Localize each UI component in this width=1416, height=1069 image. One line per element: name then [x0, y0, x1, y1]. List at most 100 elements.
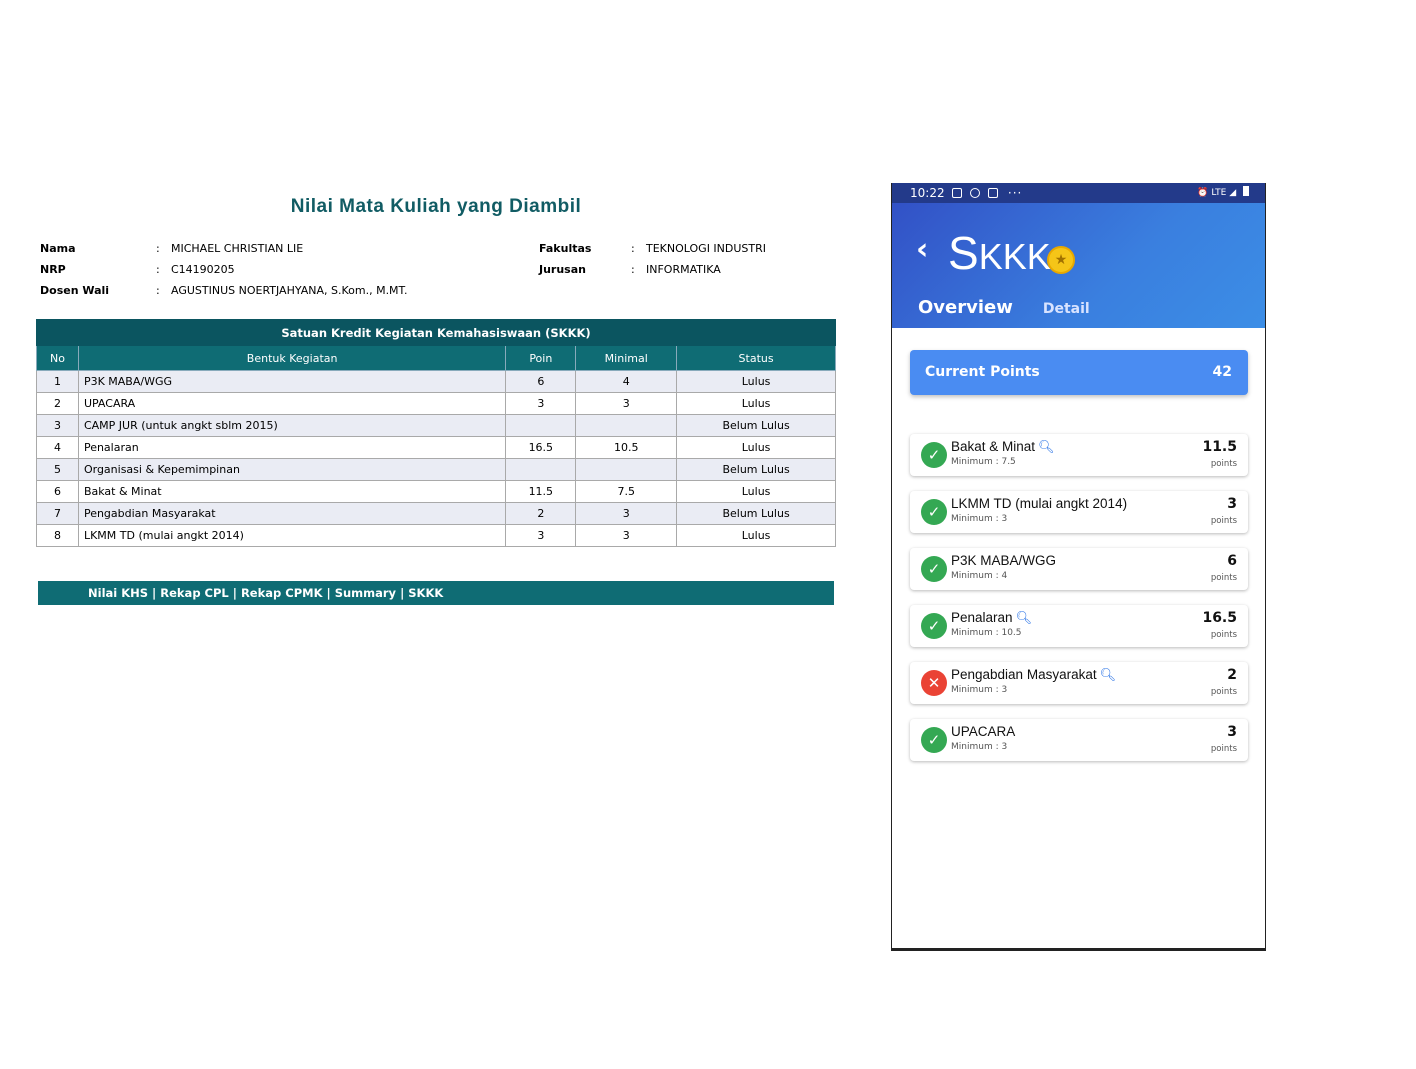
cross-icon: ✕ [921, 670, 947, 696]
table-row: 7 Pengabdian Masyarakat 2 3 Belum Lulus [36, 502, 836, 525]
activity-name-row: UPACARA [951, 724, 1015, 739]
info-value: MICHAEL CHRISTIAN LIE [171, 242, 304, 255]
check-icon: ✓ [921, 556, 947, 582]
cell-status: Lulus [676, 370, 836, 393]
nav-link[interactable]: Rekap CPMK [241, 586, 323, 600]
activity-minimum: Minimum : 10.5 [951, 628, 1022, 638]
activity-points: 3 [1227, 724, 1237, 740]
chat-icon [988, 188, 999, 198]
activity-card[interactable]: ✓ UPACARA Minimum : 3 3 points [910, 719, 1248, 761]
points-unit: points [1210, 573, 1237, 583]
cell-poin [505, 414, 577, 437]
status-right: ⏰ LTE ◢ [1197, 183, 1249, 203]
activity-card[interactable]: ✕ Pengabdian Masyarakat 🔍︎ Minimum : 3 2 poin… [910, 662, 1248, 704]
cell-poin: 3 [505, 392, 577, 415]
info-value: C14190205 [171, 263, 235, 276]
info-colon: : [631, 263, 635, 276]
cell-poin: 3 [505, 524, 577, 547]
app-bar: ‹ SKKK ★ Overview Detail [892, 203, 1265, 328]
info-value: TEKNOLOGI INDUSTRI [646, 242, 767, 255]
cell-poin [505, 458, 577, 481]
cell-poin: 16.5 [505, 436, 577, 459]
nav-separator: | [232, 586, 237, 600]
column-header: Poin [505, 345, 577, 371]
status-bar: 10:22 ··· ⏰ LTE ◢ [892, 183, 1265, 203]
cell-kegiatan: LKMM TD (mulai angkt 2014) [77, 524, 507, 547]
info-row-nrp: NRP : C14190205 [40, 259, 407, 280]
activity-points: 6 [1227, 553, 1237, 569]
student-info-right: Fakultas : TEKNOLOGI INDUSTRI Jurusan : … [539, 238, 766, 280]
cell-minimal: 3 [575, 392, 678, 415]
column-header: Bentuk Kegiatan [77, 345, 507, 371]
cell-status: Lulus [676, 524, 836, 547]
table-row: 6 Bakat & Minat 11.5 7.5 Lulus [36, 480, 836, 503]
cell-kegiatan: UPACARA [77, 392, 507, 415]
activity-points: 16.5 [1202, 610, 1237, 626]
points-unit: points [1210, 516, 1237, 526]
app-title-rest: KKK [978, 236, 1051, 277]
cell-kegiatan: Organisasi & Kepemimpinan [77, 458, 507, 481]
activity-name: LKMM TD (mulai angkt 2014) [951, 496, 1128, 511]
nav-link[interactable]: Rekap CPL [160, 586, 229, 600]
cell-kegiatan: P3K MABA/WGG [77, 370, 507, 393]
activity-points: 3 [1227, 496, 1237, 512]
student-info-left: Nama : MICHAEL CHRISTIAN LIE NRP : C1419… [40, 238, 407, 301]
cell-kegiatan: Penalaran [77, 436, 507, 459]
cell-no: 5 [36, 458, 79, 481]
activity-name: Bakat & Minat [951, 439, 1036, 454]
page-title: Nilai Mata Kuliah yang Diambil [290, 196, 582, 217]
table-row: 8 LKMM TD (mulai angkt 2014) 3 3 Lulus [36, 524, 836, 547]
more-notifications-icon: ··· [1007, 186, 1023, 200]
cell-kegiatan: CAMP JUR (untuk angkt sblm 2015) [77, 414, 507, 437]
cell-no: 1 [36, 370, 79, 393]
table-row: 3 CAMP JUR (untuk angkt sblm 2015) Belum L… [36, 414, 836, 437]
nav-link[interactable]: Summary [335, 586, 396, 600]
cell-status: Belum Lulus [676, 502, 836, 525]
info-colon: : [631, 242, 635, 255]
back-icon[interactable]: ‹ [916, 235, 928, 265]
activity-minimum: Minimum : 3 [951, 514, 1008, 524]
activity-name-row: Penalaran 🔍︎ [951, 610, 1032, 626]
info-colon: : [156, 284, 160, 297]
tab-overview[interactable]: Overview [918, 297, 1013, 318]
nav-link[interactable]: SKKK [408, 586, 443, 600]
activity-card[interactable]: ✓ Penalaran 🔍︎ Minimum : 10.5 16.5 points [910, 605, 1248, 647]
battery-icon [1243, 186, 1249, 196]
cell-minimal: 3 [575, 502, 678, 525]
tab-detail[interactable]: Detail [1043, 301, 1090, 317]
cell-status: Belum Lulus [676, 414, 836, 437]
cell-no: 7 [36, 502, 79, 525]
table-header-row: No Bentuk Kegiatan Poin Minimal Status [36, 345, 836, 371]
activity-card[interactable]: ✓ P3K MABA/WGG Minimum : 4 6 points [910, 548, 1248, 590]
points-unit: points [1210, 687, 1237, 697]
check-icon: ✓ [921, 499, 947, 525]
info-row-dosen-wali: Dosen Wali : AGUSTINUS NOERTJAHYANA, S.K… [40, 280, 407, 301]
activity-name-row: P3K MABA/WGG [951, 553, 1056, 568]
activity-card[interactable]: ✓ LKMM TD (mulai angkt 2014) Minimum : 3 3 p… [910, 491, 1248, 533]
search-icon[interactable]: 🔍︎ [1100, 667, 1117, 682]
info-value: AGUSTINUS NOERTJAHYANA, S.Kom., M.MT. [171, 284, 408, 297]
cell-kegiatan: Pengabdian Masyarakat [77, 502, 507, 525]
column-header: No [36, 345, 79, 371]
table-row: 1 P3K MABA/WGG 6 4 Lulus [36, 370, 836, 393]
points-unit: points [1210, 459, 1237, 469]
search-icon[interactable]: 🔍︎ [1016, 610, 1033, 625]
cell-status: Lulus [676, 392, 836, 415]
table-row: 4 Penalaran 16.5 10.5 Lulus [36, 436, 836, 459]
skkk-table: Satuan Kredit Kegiatan Kemahasiswaan (SK… [36, 319, 836, 547]
cell-minimal [575, 458, 678, 481]
current-points-value: 42 [1212, 364, 1232, 380]
info-label: Fakultas [539, 242, 592, 255]
info-value: INFORMATIKA [646, 263, 721, 276]
cell-status: Belum Lulus [676, 458, 836, 481]
activity-name-row: LKMM TD (mulai angkt 2014) [951, 496, 1127, 511]
activity-card[interactable]: ✓ Bakat & Minat 🔍︎ Minimum : 7.5 11.5 points [910, 434, 1248, 476]
search-icon[interactable]: 🔍︎ [1038, 439, 1055, 454]
info-label: NRP [40, 263, 66, 276]
cell-minimal: 10.5 [575, 436, 678, 459]
nav-link[interactable]: Nilai KHS [88, 586, 148, 600]
coin-icon[interactable]: ★ [1047, 246, 1075, 274]
cell-poin: 6 [505, 370, 577, 393]
activity-name-row: Pengabdian Masyarakat 🔍︎ [951, 667, 1116, 683]
check-icon: ✓ [921, 613, 947, 639]
